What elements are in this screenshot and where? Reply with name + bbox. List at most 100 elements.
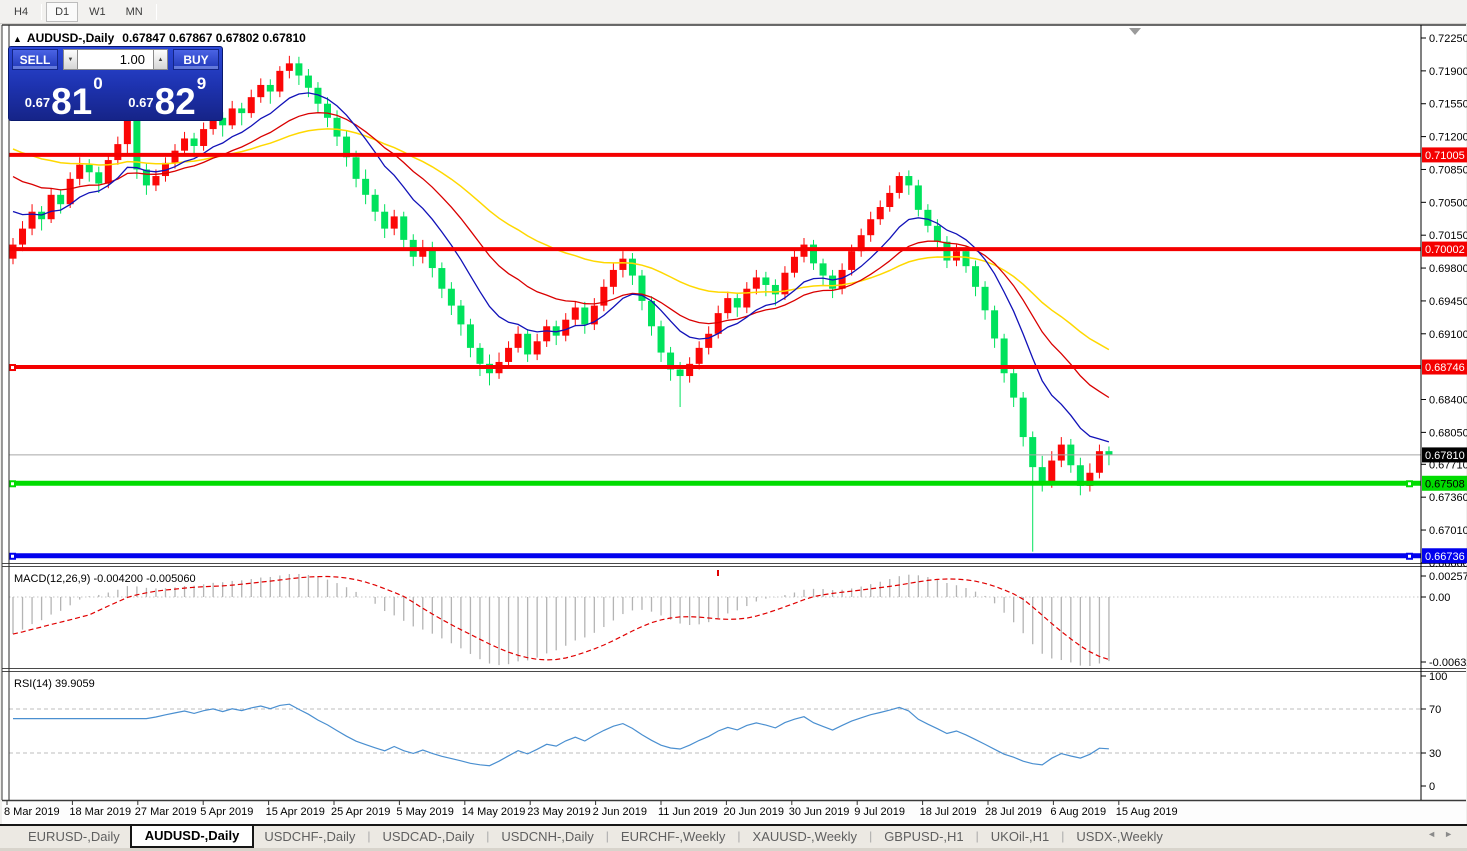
candle-body [734, 298, 741, 307]
timeframe-toolbar: H4 D1W1MN [0, 0, 1467, 24]
candle-body [1048, 461, 1055, 483]
tab-usdcaddaily[interactable]: USDCAD-,Daily [372, 826, 484, 847]
tab-gbpusdh1[interactable]: GBPUSD-,H1 [874, 826, 973, 847]
toolbar-separator [41, 4, 42, 20]
candle-body [877, 207, 884, 219]
candle-body [286, 63, 293, 71]
macd-axis-label: -0.006326 [1429, 657, 1467, 669]
volume-input[interactable] [78, 49, 153, 70]
price-tick-label: 0.71900 [1429, 66, 1467, 78]
candle-body [152, 176, 159, 185]
candle-body [448, 289, 455, 306]
price-tick-label: 0.70500 [1429, 197, 1467, 209]
timeframe-button-h4[interactable]: H4 [5, 2, 37, 22]
candle-body [515, 334, 522, 348]
price-tick-label: 0.71200 [1429, 132, 1467, 144]
candle-body [1010, 373, 1017, 397]
level-price-tag: 0.66736 [1422, 548, 1467, 563]
date-label: 25 Apr 2019 [331, 806, 390, 818]
volume-decrease-button[interactable]: ▼ [63, 49, 78, 70]
candle-body [934, 226, 941, 242]
candle-body [324, 104, 331, 118]
candle-body [267, 85, 274, 92]
candle-body [143, 169, 150, 185]
sell-price-prefix: 0.67 [25, 95, 50, 110]
price-tick-label: 0.67360 [1429, 492, 1467, 504]
candle-body [1058, 445, 1065, 461]
rsi-axis-label: 30 [1429, 748, 1441, 760]
price-tag-label: 0.71005 [1425, 150, 1465, 162]
sell-price[interactable]: 0.67 81 0 [12, 72, 116, 120]
chart-window: 0.722500.719000.715500.712000.708500.705… [0, 24, 1467, 824]
candle-body [48, 195, 55, 219]
candle-body [334, 118, 341, 137]
chart-tabs: EURUSD-,DailyAUDUSD-,DailyUSDCHF-,Daily|… [18, 826, 1173, 848]
level-price-tag: 0.67508 [1422, 476, 1467, 491]
buy-price-sup: 9 [197, 74, 206, 94]
level-price-tag: 0.70002 [1422, 242, 1467, 257]
candle-body [991, 310, 998, 338]
candle-body [457, 306, 464, 325]
date-label: 5 Apr 2019 [200, 806, 253, 818]
tab-separator: | [867, 826, 874, 846]
date-label: 23 May 2019 [527, 806, 591, 818]
price-tick-label: 0.67010 [1429, 525, 1467, 537]
candle-body [1029, 437, 1036, 467]
candle-body [400, 216, 407, 239]
sell-button[interactable]: SELL [12, 49, 58, 70]
candle-body [67, 179, 74, 204]
candle-body [619, 259, 626, 270]
tab-usdxweekly[interactable]: USDX-,Weekly [1066, 826, 1172, 847]
date-label: 14 May 2019 [462, 806, 526, 818]
tabs-scroll-right-icon[interactable]: ► [1444, 829, 1461, 839]
timeframe-button-mn[interactable]: MN [117, 2, 152, 22]
candle-body [1039, 467, 1046, 482]
buy-price[interactable]: 0.67 82 9 [116, 72, 220, 120]
tabs-scroll-left-icon[interactable]: ◄ [1427, 829, 1444, 839]
rsi-axis-label: 100 [1429, 671, 1447, 683]
candle-body [524, 334, 531, 355]
candle-body [200, 129, 207, 146]
tab-xauusdweekly[interactable]: XAUUSD-,Weekly [743, 826, 868, 847]
tab-usdchfdaily[interactable]: USDCHF-,Daily [254, 826, 365, 847]
tab-scroll-arrows: ◄► [1427, 829, 1461, 839]
candle-body [896, 176, 903, 193]
candle-body [677, 369, 684, 376]
buy-button[interactable]: BUY [173, 49, 219, 70]
date-label: 18 Jul 2019 [920, 806, 977, 818]
candle-body [610, 270, 617, 287]
candle-body [924, 210, 931, 226]
timeframe-button-w1[interactable]: W1 [80, 2, 115, 22]
macd-label: MACD(12,26,9) -0.004200 -0.005060 [14, 573, 196, 585]
date-label: 2 Jun 2019 [593, 806, 647, 818]
date-label: 8 Mar 2019 [4, 806, 60, 818]
candle-body [972, 266, 979, 287]
tab-eurusddaily[interactable]: EURUSD-,Daily [18, 826, 130, 847]
date-label: 5 May 2019 [396, 806, 453, 818]
timeframe-button-d1[interactable]: D1 [46, 2, 78, 22]
candle-body [762, 277, 769, 285]
candle-body [362, 179, 369, 195]
date-label: 15 Apr 2019 [266, 806, 325, 818]
collapse-panel-icon[interactable]: ▲ [13, 34, 22, 44]
tab-eurchfweekly[interactable]: EURCHF-,Weekly [611, 826, 736, 847]
candle-body [562, 320, 569, 336]
chart-canvas[interactable]: 0.722500.719000.715500.712000.708500.705… [0, 24, 1467, 824]
chart-symbol-label: AUDUSD-,Daily [27, 31, 114, 45]
line-handle-dot [1408, 482, 1411, 485]
candle-body [848, 251, 855, 270]
candle-body [229, 108, 236, 125]
candle-body [305, 76, 312, 88]
tab-usdcnhdaily[interactable]: USDCNH-,Daily [491, 826, 603, 847]
tab-separator: | [365, 826, 372, 846]
tab-ukoilh1[interactable]: UKOil-,H1 [981, 826, 1060, 847]
volume-increase-button[interactable]: ▲ [153, 49, 168, 70]
tab-audusddaily[interactable]: AUDUSD-,Daily [130, 826, 255, 848]
rsi-axis-label: 70 [1429, 704, 1441, 716]
date-label: 20 Jun 2019 [723, 806, 784, 818]
candle-body [724, 298, 731, 313]
candle-body [381, 212, 388, 229]
tab-separator: | [1059, 826, 1066, 846]
candle-body [905, 176, 912, 185]
candle-body [572, 307, 579, 319]
